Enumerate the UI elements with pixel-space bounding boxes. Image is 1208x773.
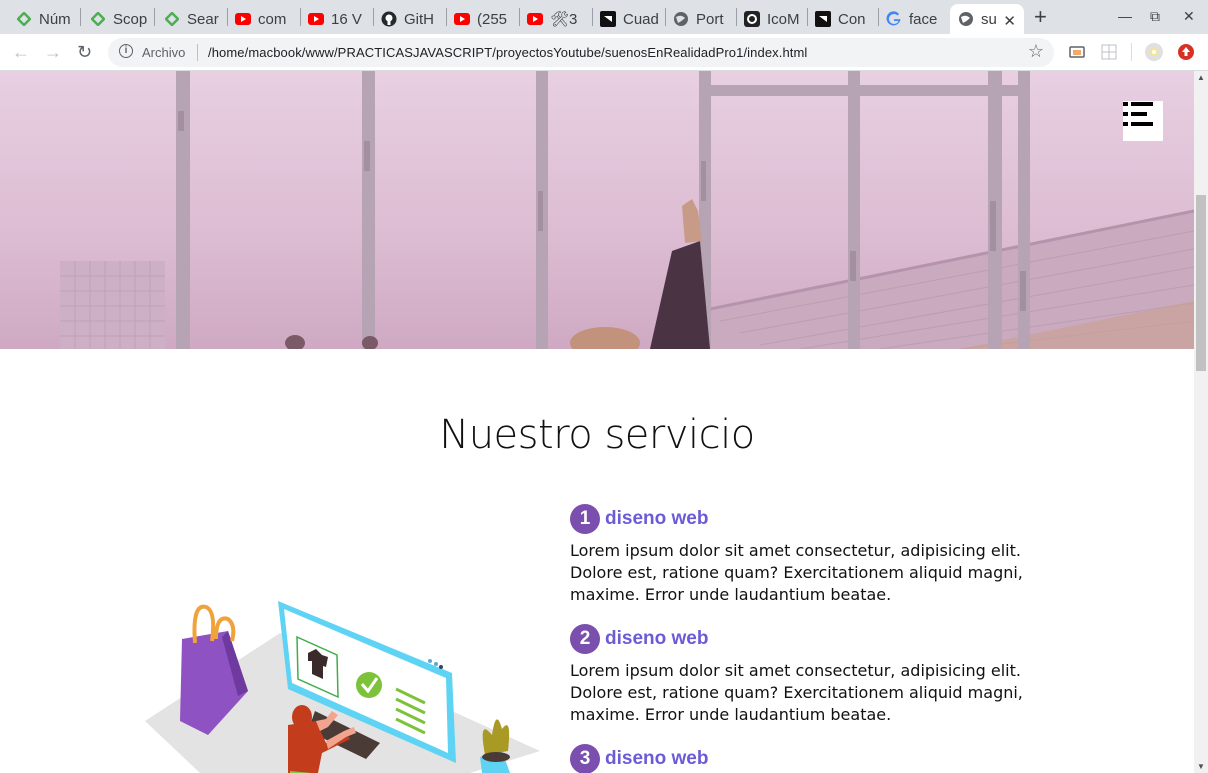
service-title: diseno web (605, 508, 709, 529)
toolbar-divider (1131, 43, 1132, 61)
codepen-icon (815, 11, 831, 27)
service-title: diseno web (605, 748, 709, 769)
minimize-button[interactable]: — (1118, 8, 1132, 24)
tab-title: Núm (39, 10, 71, 28)
close-window-button[interactable]: ✕ (1183, 8, 1195, 25)
youtube-icon (308, 11, 324, 27)
tab-14-active[interactable]: su ✕ (950, 4, 1024, 34)
tab-title: GitH (404, 10, 434, 28)
tab-title: face (909, 10, 938, 28)
tab-12[interactable]: Con (807, 4, 877, 34)
tab-6[interactable]: GitH (373, 4, 445, 34)
tab-9[interactable]: Cuad (592, 4, 664, 34)
tab-11[interactable]: IcoM (736, 4, 806, 34)
browser-toolbar: ← → ↻ i Archivo /home/macbook/www/PRACTI… (0, 34, 1208, 71)
tab-13[interactable]: face (878, 4, 948, 34)
github-icon (381, 11, 397, 27)
youtube-icon (527, 11, 543, 27)
services-list: 1 diseno web Lorem ipsum dolor sit amet … (570, 504, 1060, 773)
tab-strip: Núm Scop Sear com 16 V GitH (255 🛠3 Cuad (0, 0, 1208, 34)
info-icon[interactable]: i (119, 44, 133, 58)
tab-title: Sear (187, 10, 219, 28)
profile-avatar[interactable] (1145, 43, 1163, 61)
tab-title: IcoM (767, 10, 800, 28)
page-scrollbar[interactable]: ▲ ▼ (1194, 71, 1208, 773)
tab-title: 16 V (331, 10, 362, 28)
green-diamond-icon (90, 11, 106, 27)
tab-10[interactable]: Port (665, 4, 735, 34)
forward-button[interactable]: → (44, 42, 62, 63)
service-number-badge: 3 (570, 744, 600, 773)
service-description: Lorem ipsum dolor sit amet consectetur, … (570, 541, 1023, 604)
tab-title: Con (838, 10, 866, 28)
service-title: diseno web (605, 628, 709, 649)
service-item: 2 diseno web Lorem ipsum dolor sit amet … (570, 624, 1060, 726)
grid-extension-icon[interactable] (1100, 43, 1118, 61)
back-button[interactable]: ← (12, 42, 30, 63)
tab-5[interactable]: 16 V (300, 4, 372, 34)
cast-extension-icon[interactable] (1068, 43, 1086, 61)
menu-list-icon (1123, 102, 1153, 126)
google-icon (886, 11, 902, 27)
service-item: 3 diseno web (570, 744, 1060, 773)
tab-title: (255 (477, 10, 508, 28)
tab-title: Port (696, 10, 724, 28)
globe-icon (673, 11, 689, 27)
omnibox-divider (197, 44, 198, 61)
tab-title: 🛠3 (550, 11, 578, 28)
service-number-badge: 1 (570, 504, 600, 534)
youtube-icon (454, 11, 470, 27)
ecommerce-illustration (140, 521, 550, 773)
page-viewport: Nuestro servicio 1 diseno web Lorem ipsu… (0, 71, 1194, 773)
section-title: Nuestro servicio (439, 412, 755, 458)
tab-1[interactable]: Núm (8, 4, 78, 34)
tab-title: Cuad (623, 10, 659, 28)
tab-4[interactable]: com (227, 4, 299, 34)
hero-photo (60, 71, 1194, 349)
codepen-icon (600, 11, 616, 27)
bookmark-star-icon[interactable]: ☆ (1028, 41, 1044, 62)
icomoon-icon (744, 11, 760, 27)
tab-8[interactable]: 🛠3 (519, 4, 591, 34)
scroll-down-arrow-icon[interactable]: ▼ (1197, 762, 1205, 771)
service-number-badge: 2 (570, 624, 600, 654)
tab-title: Scop (113, 10, 148, 28)
scroll-up-arrow-icon[interactable]: ▲ (1197, 73, 1205, 82)
green-diamond-icon (16, 11, 32, 27)
service-description: Lorem ipsum dolor sit amet consectetur, … (570, 661, 1023, 724)
tab-title: com (258, 10, 287, 28)
service-item: 1 diseno web Lorem ipsum dolor sit amet … (570, 504, 1060, 606)
close-tab-icon[interactable]: ✕ (1003, 12, 1016, 30)
hero-banner (0, 71, 1194, 349)
scrollbar-thumb[interactable] (1196, 195, 1206, 371)
restore-button[interactable]: ⧉ (1150, 8, 1160, 25)
address-bar[interactable]: i Archivo /home/macbook/www/PRACTICASJAV… (108, 38, 1054, 67)
tab-3[interactable]: Sear (156, 4, 226, 34)
scheme-label: Archivo (142, 45, 186, 60)
new-tab-button[interactable]: + (1034, 6, 1047, 28)
tab-title: su (981, 10, 997, 28)
tab-7[interactable]: (255 (446, 4, 518, 34)
green-diamond-icon (164, 11, 180, 27)
globe-icon (958, 11, 974, 27)
youtube-icon (235, 11, 251, 27)
url-text[interactable]: /home/macbook/www/PRACTICASJAVASCRIPT/pr… (208, 45, 807, 60)
tab-2[interactable]: Scop (82, 4, 152, 34)
hamburger-menu-button[interactable] (1123, 101, 1163, 141)
update-arrow-icon[interactable] (1177, 43, 1195, 61)
reload-button[interactable]: ↻ (77, 42, 92, 63)
